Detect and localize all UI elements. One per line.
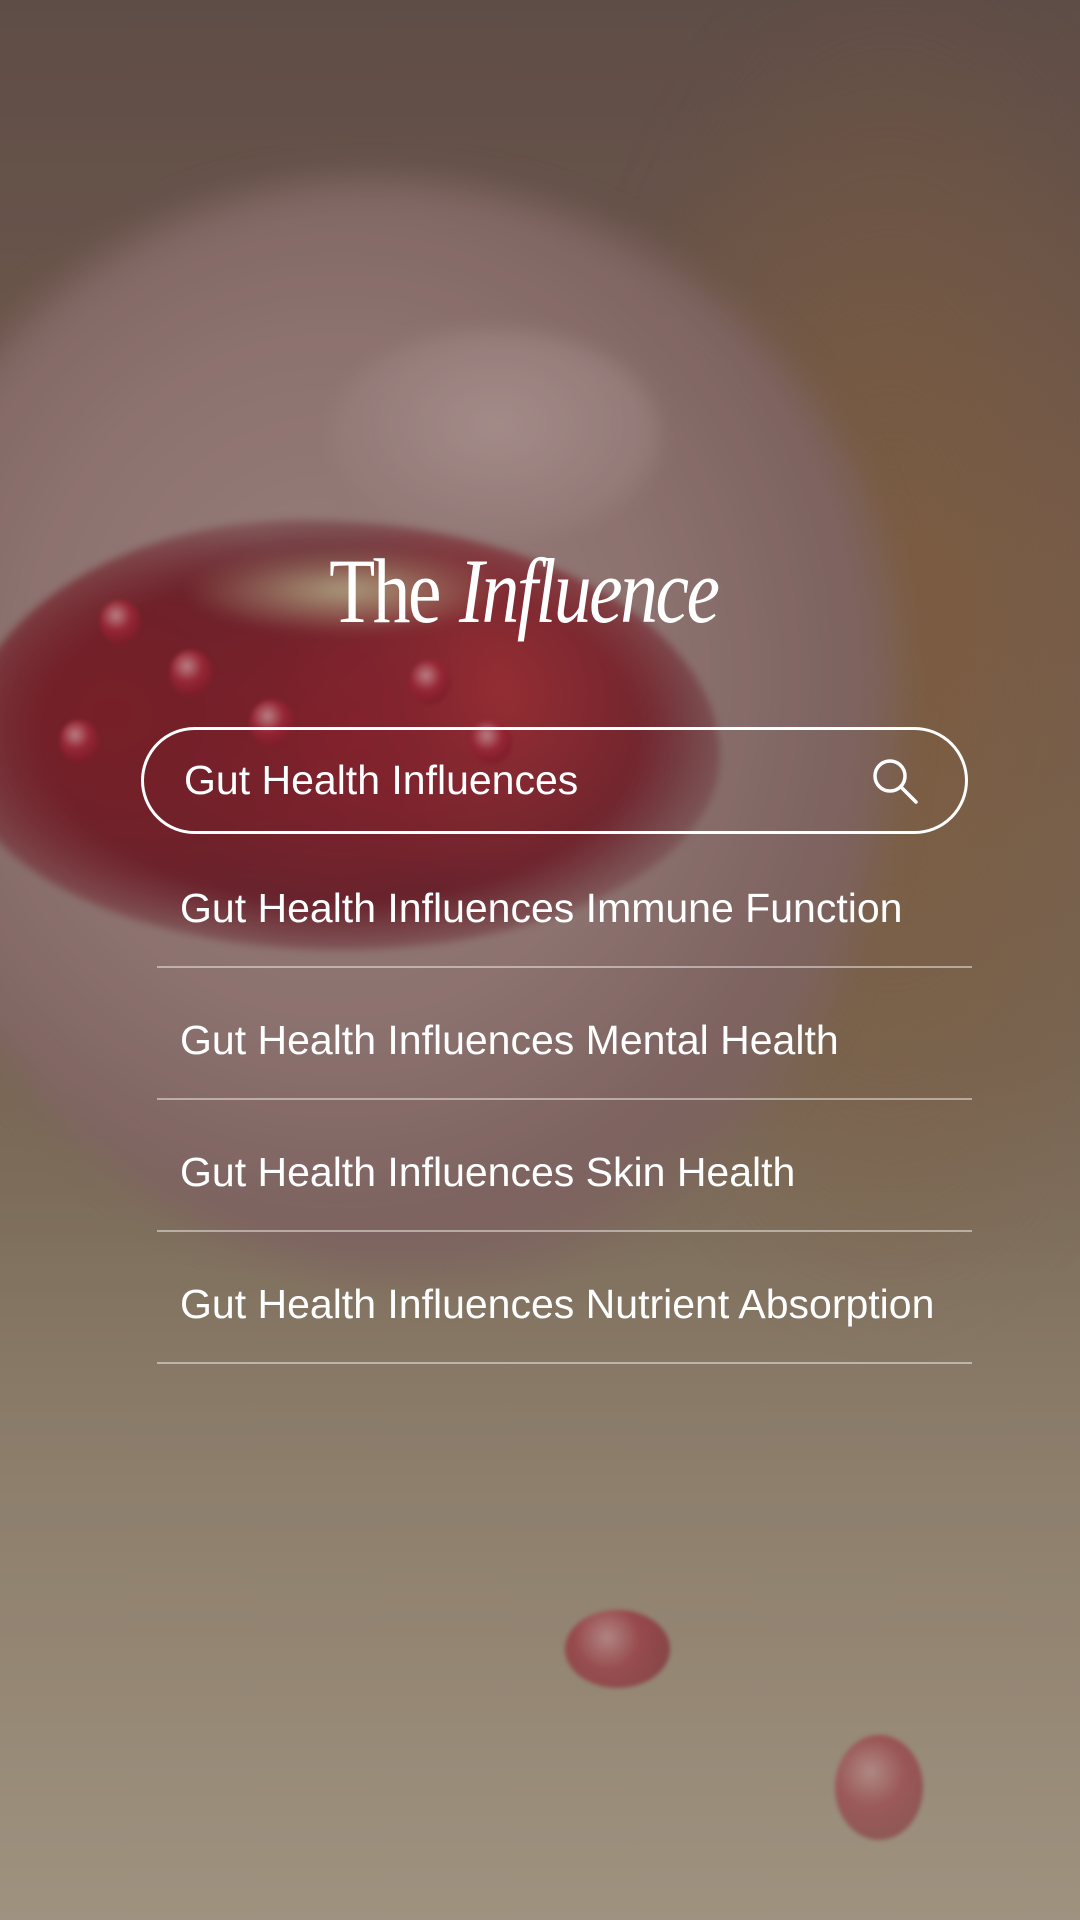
suggestion-item-nutrient-absorption[interactable]: Gut Health Influences Nutrient Absorptio… [157, 1232, 972, 1364]
search-input[interactable] [144, 730, 845, 831]
brand-logo[interactable]: The Influence [0, 545, 1080, 637]
search-icon [873, 758, 918, 804]
logo-word-influence: Influence [459, 540, 720, 642]
suggestion-item-immune-function[interactable]: Gut Health Influences Immune Function [157, 836, 972, 968]
suggestion-list: Gut Health Influences Immune Function Gu… [157, 836, 972, 1364]
search-bar [141, 727, 968, 834]
suggestion-label: Gut Health Influences Skin Health [180, 1148, 796, 1195]
suggestion-item-mental-health[interactable]: Gut Health Influences Mental Health [157, 968, 972, 1100]
suggestion-label: Gut Health Influences Immune Function [180, 884, 903, 931]
logo-word-the: The [329, 540, 441, 642]
suggestion-label: Gut Health Influences Nutrient Absorptio… [180, 1280, 935, 1327]
search-button[interactable] [845, 730, 945, 831]
suggestion-label: Gut Health Influences Mental Health [180, 1016, 839, 1063]
suggestion-item-skin-health[interactable]: Gut Health Influences Skin Health [157, 1100, 972, 1232]
